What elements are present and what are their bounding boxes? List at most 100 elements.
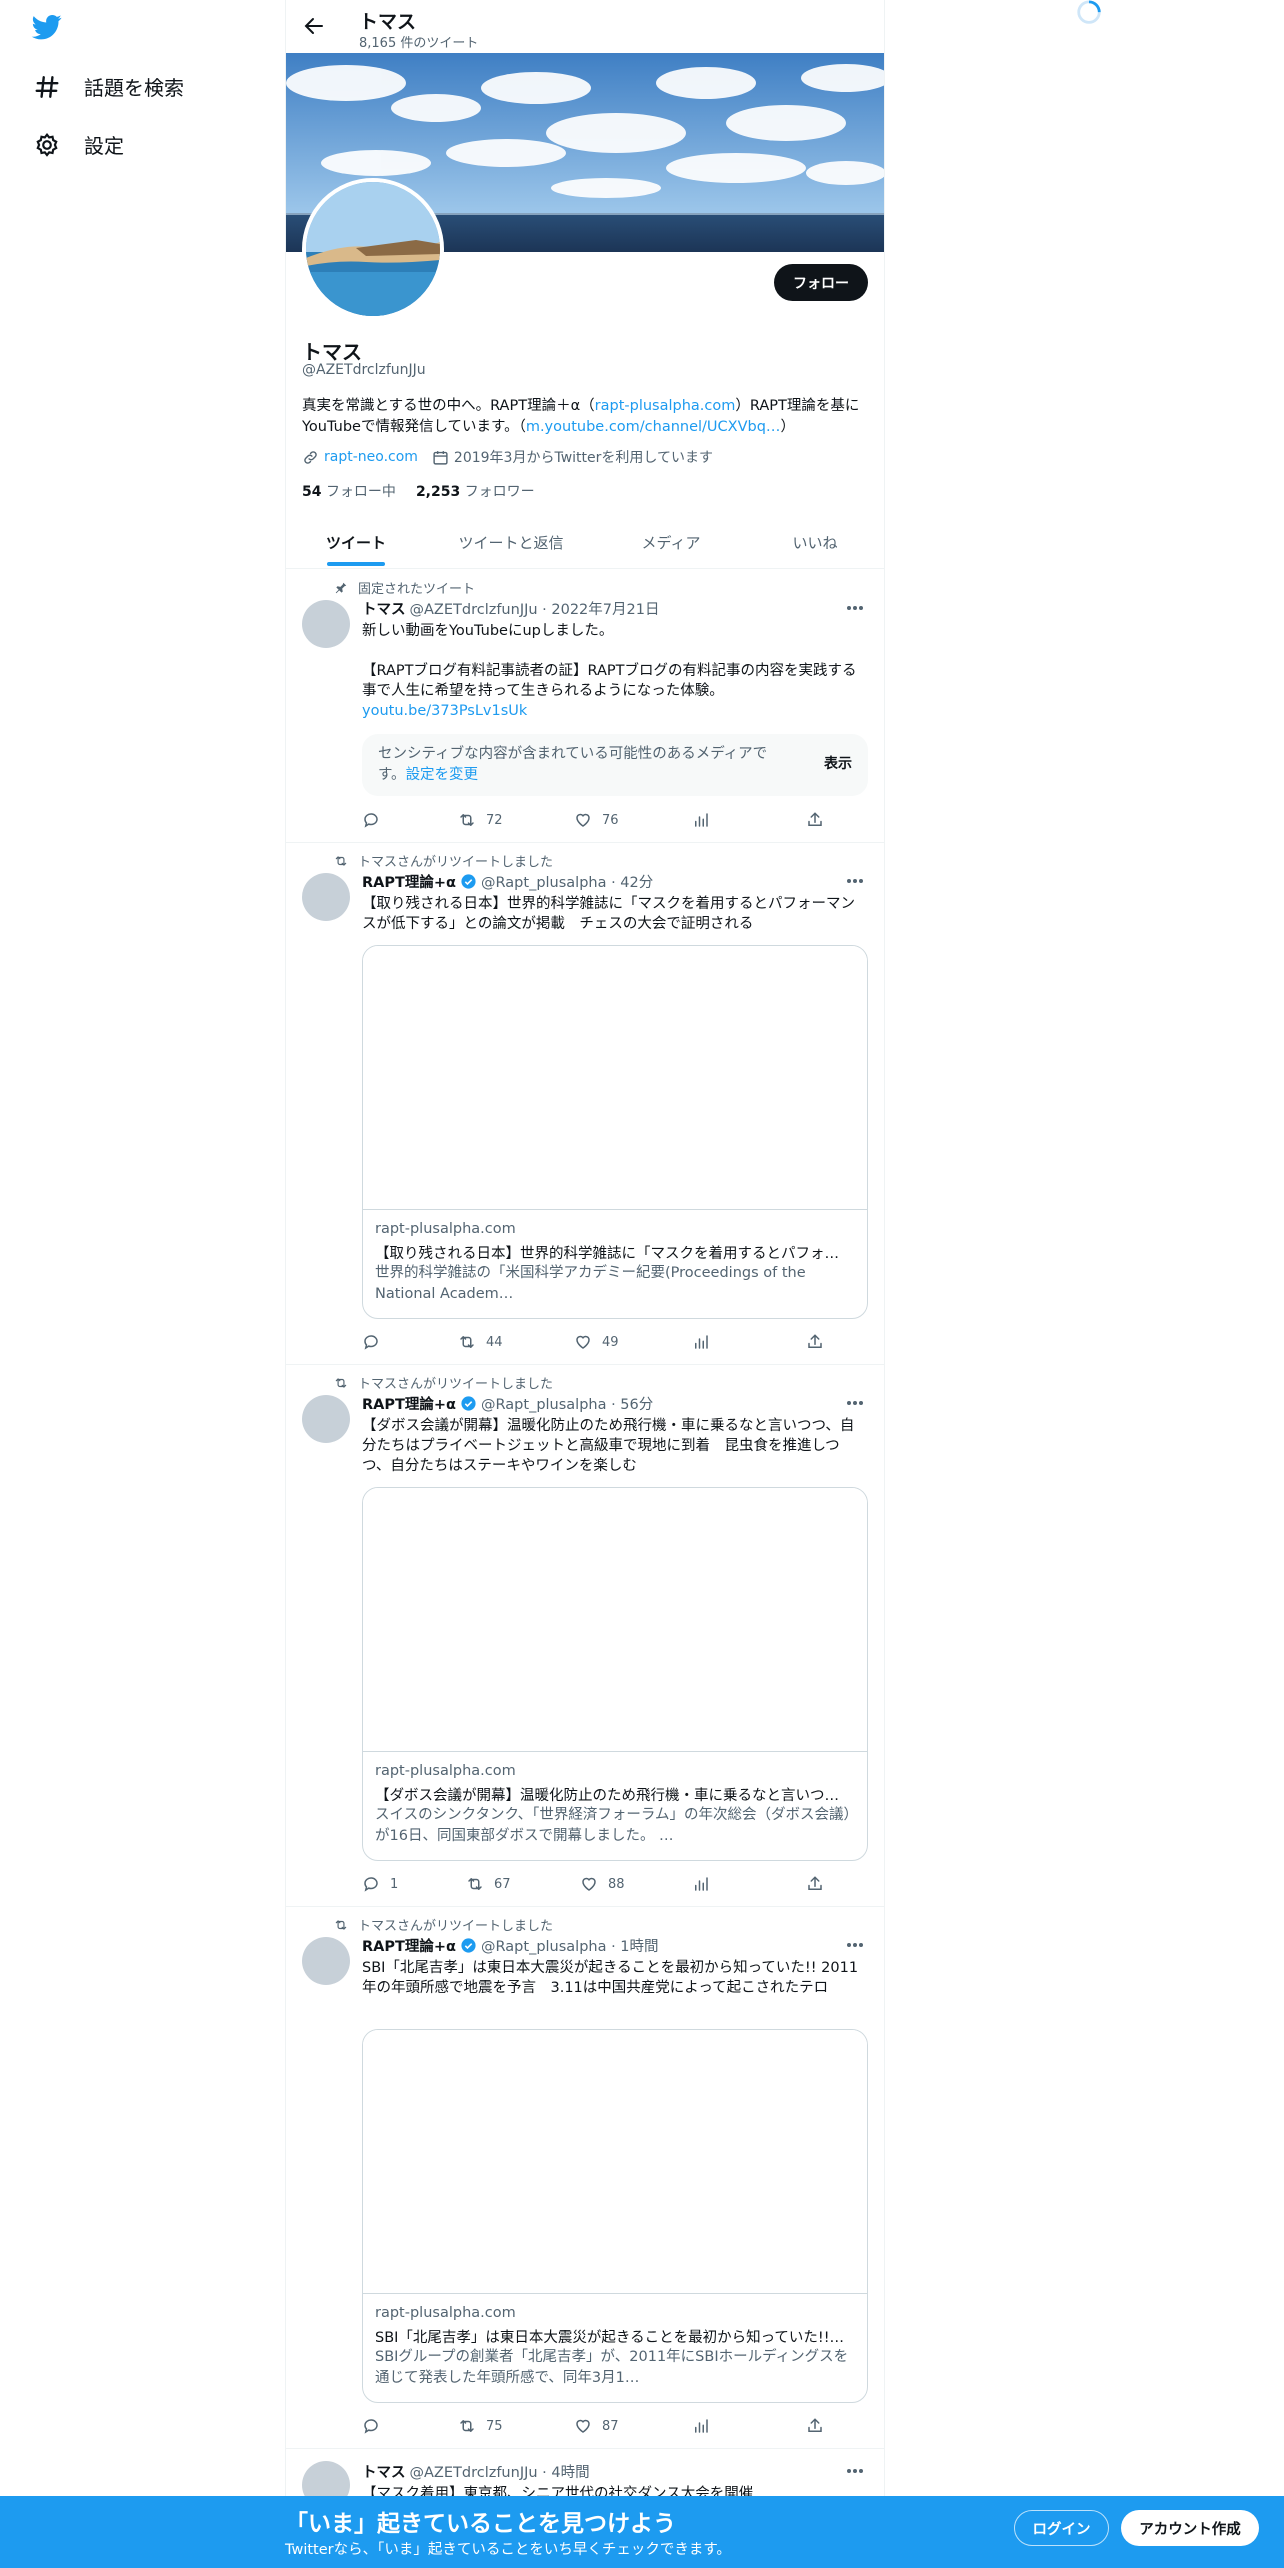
reply-button[interactable]: [362, 2417, 390, 2435]
reply-icon: [364, 813, 378, 828]
profile-website: rapt-neo.com: [302, 449, 418, 466]
reply-icon: [364, 1877, 378, 1892]
analytics-icon: [695, 813, 708, 827]
analytics-button[interactable]: [692, 811, 710, 829]
profile-handle: @AZETdrclzfunJJu: [302, 362, 426, 378]
author-handle-time[interactable]: @AZETdrclzfunJJu · 2022年7月21日: [410, 598, 660, 619]
share-button[interactable]: [806, 811, 824, 829]
show-media-button[interactable]: 表示: [824, 753, 852, 773]
tweet-text: 新しい動画をYouTubeにupしました。 【RAPTブログ有料記事読者の証】R…: [362, 621, 868, 721]
like-button[interactable]: 88: [580, 1875, 625, 1893]
change-settings-link[interactable]: 設定を変更: [406, 767, 479, 783]
card-title: SBI「北尾吉孝」は東日本大震災が起きることを最初から知っていた!!…: [375, 2330, 845, 2346]
card-image: [363, 1488, 867, 1752]
calendar-icon: [433, 450, 448, 465]
link-card[interactable]: rapt-plusalpha.com 【ダボス会議が開幕】温暖化防止のため飛行機…: [362, 1487, 868, 1861]
profile-follow-stats: 54 フォロー中 2,253 フォロワー: [302, 481, 535, 501]
profile-avatar[interactable]: [302, 178, 444, 320]
author-name[interactable]: RAPT理論+α: [362, 1935, 456, 1956]
author-name[interactable]: RAPT理論+α: [362, 871, 456, 892]
card-description: スイスのシンクタンク、「世界経済フォーラム」の年次総会（ダボス会議）が16日、同…: [375, 1807, 851, 1844]
tweet-header: RAPT理論+α @Rapt_plusalpha · 42分: [362, 871, 653, 892]
analytics-button[interactable]: [692, 1875, 710, 1893]
more-options-icon[interactable]: [842, 600, 868, 616]
analytics-button[interactable]: [692, 2417, 710, 2435]
tweet[interactable]: トマスさんがリツイートしました RAPT理論+α @Rapt_plusalpha…: [286, 1907, 884, 2449]
reply-count: 1: [390, 1876, 399, 1892]
card-title: 【取り残される日本】世界的科学雑誌に「マスクを着用するとパフォ…: [375, 1246, 839, 1262]
nav-settings[interactable]: 設定: [34, 130, 124, 159]
avatar[interactable]: [302, 600, 350, 648]
back-arrow-icon[interactable]: [302, 14, 326, 38]
card-domain: rapt-plusalpha.com: [375, 1763, 516, 1779]
more-options-icon[interactable]: [842, 1937, 868, 1953]
more-options-icon[interactable]: [842, 2463, 868, 2479]
card-domain: rapt-plusalpha.com: [375, 1221, 516, 1237]
link-card[interactable]: rapt-plusalpha.com SBI「北尾吉孝」は東日本大震災が起きるこ…: [362, 2029, 868, 2403]
like-button[interactable]: 87: [574, 2417, 619, 2435]
reply-button[interactable]: [362, 1333, 390, 1351]
tab-media[interactable]: メディア: [596, 516, 746, 569]
analytics-button[interactable]: [692, 1333, 710, 1351]
author-name[interactable]: トマス: [362, 598, 406, 619]
tab-tweets-replies[interactable]: ツイートと返信: [426, 516, 596, 569]
more-options-icon[interactable]: [842, 1395, 868, 1411]
author-handle-time[interactable]: @Rapt_plusalpha · 56分: [481, 1393, 653, 1414]
create-account-button[interactable]: アカウント作成: [1121, 2510, 1259, 2546]
retweet-button[interactable]: 72: [458, 811, 503, 829]
sensitive-media-box: センシティブな内容が含まれている可能性のあるメディアです。設定を変更 表示: [362, 734, 868, 796]
followers-link[interactable]: 2,253 フォロワー: [416, 481, 535, 501]
avatar[interactable]: [302, 873, 350, 921]
twitter-logo-icon[interactable]: [30, 12, 64, 42]
retweet-count: 44: [486, 1334, 503, 1350]
retweet-button[interactable]: 75: [458, 2417, 503, 2435]
nav-explore[interactable]: 話題を検索: [34, 72, 184, 101]
retweet-icon: [335, 1919, 347, 1930]
tweet-context: トマスさんがリツイートしました: [334, 1373, 553, 1392]
like-button[interactable]: 49: [574, 1333, 619, 1351]
reply-button[interactable]: 1: [362, 1875, 398, 1893]
share-icon: [808, 1876, 822, 1890]
reply-button[interactable]: [362, 811, 390, 829]
login-button[interactable]: ログイン: [1014, 2510, 1109, 2546]
bio-link-rapt[interactable]: rapt-plusalpha.com: [595, 398, 736, 414]
tweet[interactable]: トマスさんがリツイートしました RAPT理論+α @Rapt_plusalpha…: [286, 1365, 884, 1907]
follow-button[interactable]: フォロー: [774, 264, 868, 301]
tweet-header: RAPT理論+α @Rapt_plusalpha · 1時間: [362, 1935, 659, 1956]
signup-banner-subtitle: Twitterなら、「いま」起きていることをいち早くチェックできます。: [285, 2542, 731, 2558]
like-button[interactable]: 76: [574, 811, 619, 829]
retweet-icon: [460, 1336, 474, 1348]
share-button[interactable]: [806, 1875, 824, 1893]
gear-icon: [36, 132, 58, 157]
profile-meta: rapt-neo.com 2019年3月からTwitterを利用しています: [302, 447, 713, 467]
tweet[interactable]: 固定されたツイート トマス @AZETdrclzfunJJu · 2022年7月…: [286, 570, 884, 843]
retweet-button[interactable]: 67: [466, 1875, 511, 1893]
tweet[interactable]: トマスさんがリツイートしました RAPT理論+α @Rapt_plusalpha…: [286, 843, 884, 1365]
context-label: 固定されたツイート: [358, 582, 476, 597]
following-link[interactable]: 54 フォロー中: [302, 481, 396, 501]
author-handle-time[interactable]: @AZETdrclzfunJJu · 4時間: [410, 2461, 590, 2482]
tab-likes[interactable]: いいね: [746, 516, 884, 569]
bio-link-youtube[interactable]: m.youtube.com/channel/UCXVbq…: [526, 419, 781, 435]
more-options-icon[interactable]: [842, 873, 868, 889]
followers-count: 2,253: [415, 484, 461, 500]
share-button[interactable]: [806, 2417, 824, 2435]
tweet-text: SBI「北尾吉孝」は東日本大震災が起きることを最初から知っていた!! 2011年…: [362, 1960, 859, 1996]
author-name[interactable]: トマス: [362, 2461, 406, 2482]
author-name[interactable]: RAPT理論+α: [362, 1393, 456, 1414]
link-card[interactable]: rapt-plusalpha.com 【取り残される日本】世界的科学雑誌に「マス…: [362, 945, 868, 1319]
joined-date: 2019年3月からTwitterを利用しています: [453, 450, 713, 466]
website-link[interactable]: rapt-neo.com: [324, 449, 418, 465]
author-handle-time[interactable]: @Rapt_plusalpha · 42分: [481, 871, 653, 892]
verified-badge-icon: [461, 1396, 476, 1411]
retweet-button[interactable]: 44: [458, 1333, 503, 1351]
tweet-link[interactable]: youtu.be/373PsLv1sUk: [362, 701, 868, 721]
avatar[interactable]: [302, 1395, 350, 1443]
reply-icon: [364, 2419, 378, 2434]
author-handle-time[interactable]: @Rapt_plusalpha · 1時間: [481, 1935, 659, 1956]
tweet-text: 【ダボス会議が開幕】温暖化防止のため飛行機・車に乗るなと言いつつ、自分たちはプラ…: [362, 1418, 855, 1474]
share-button[interactable]: [806, 1333, 824, 1351]
verified-badge-icon: [461, 874, 476, 889]
avatar[interactable]: [302, 1937, 350, 1985]
tweet-actions: 1 67 88: [362, 1875, 822, 1895]
